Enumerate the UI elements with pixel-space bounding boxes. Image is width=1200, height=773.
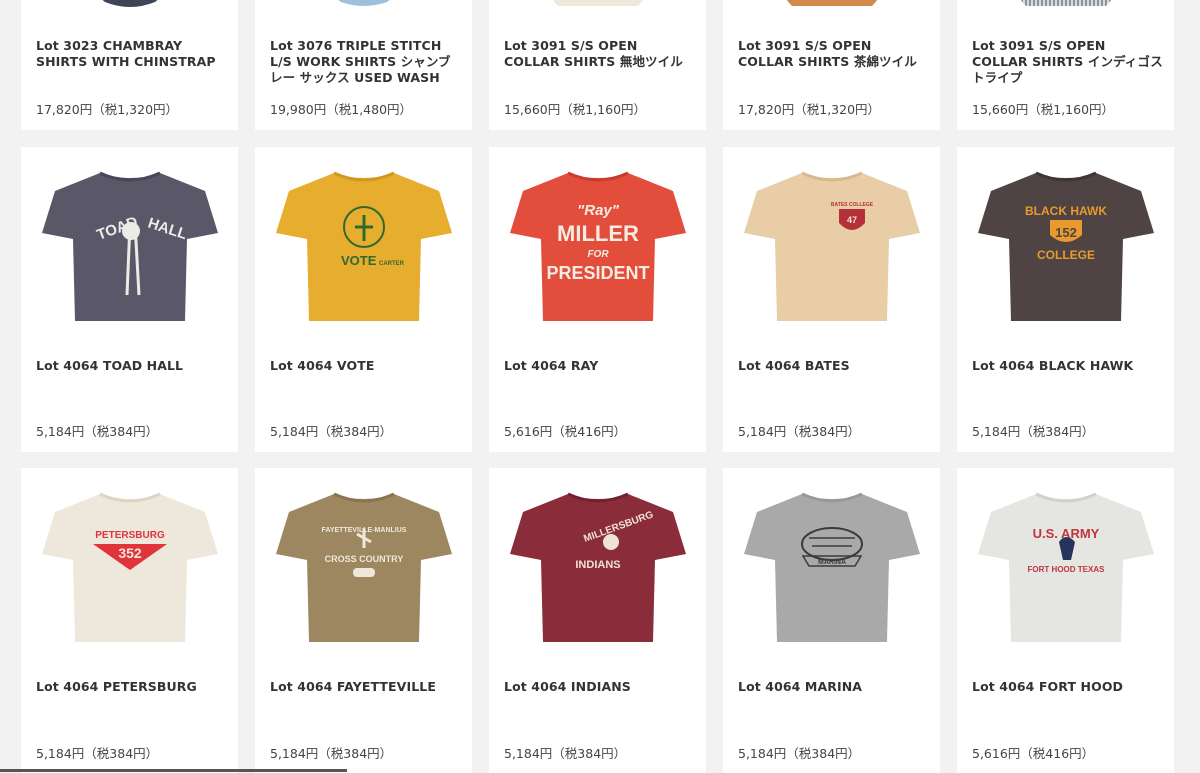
product-card[interactable]: Lot 3091 S/S OPEN COLLAR SHIRTS 茶綿ツイル 17… [723, 0, 940, 130]
product-title[interactable]: Lot 4064 FORT HOOD [972, 679, 1164, 695]
graphic-text: FAYETTEVILLE-MANLIUS [321, 527, 406, 534]
product-title[interactable]: Lot 4064 MARINA [738, 679, 930, 695]
product-image[interactable]: "Ray" MILLER FOR PRESIDENT [489, 162, 706, 337]
product-card[interactable]: VOTE CARTER Lot 4064 VOTE 5,184円（税384円） [255, 147, 472, 452]
graphic-text: MILLER [557, 221, 639, 246]
product-card[interactable]: Lot 3091 S/S OPEN COLLAR SHIRTS インディゴストラ… [957, 0, 1174, 130]
product-price: 5,184円（税384円） [738, 424, 861, 439]
graphic-text: "Ray" [577, 202, 620, 219]
product-title[interactable]: Lot 4064 BATES [738, 358, 930, 374]
product-price: 5,184円（税384円） [36, 424, 159, 439]
product-card[interactable]: "Ray" MILLER FOR PRESIDENT Lot 4064 RAY … [489, 147, 706, 452]
product-card[interactable]: FAYETTEVILLE-MANLIUS CROSS COUNTRY Lot 4… [255, 468, 472, 773]
product-price: 5,184円（税384円） [270, 746, 393, 761]
product-title[interactable]: Lot 3076 TRIPLE STITCH L/S WORK SHIRTS シ… [270, 38, 462, 86]
product-card[interactable]: BATES COLLEGE 47 Lot 4064 BATES 5,184円（税… [723, 147, 940, 452]
product-image[interactable]: BLACK HAWK 152 COLLEGE [957, 162, 1174, 337]
product-price: 5,184円（税384円） [738, 746, 861, 761]
product-image[interactable]: FAYETTEVILLE-MANLIUS CROSS COUNTRY [255, 483, 472, 658]
product-title[interactable]: Lot 4064 RAY [504, 358, 696, 374]
graphic-text: BLACK HAWK [1025, 204, 1107, 218]
product-card[interactable]: U.S. ARMY FORT HOOD TEXAS Lot 4064 FORT … [957, 468, 1174, 773]
graphic-text: BATES COLLEGE [830, 202, 873, 208]
product-price: 5,184円（税384円） [972, 424, 1095, 439]
product-image[interactable]: PETERSBURG 352 [21, 483, 238, 658]
product-title[interactable]: Lot 4064 BLACK HAWK [972, 358, 1164, 374]
graphic-text: MARINA [818, 559, 846, 566]
product-image[interactable] [957, 0, 1174, 15]
graphic-text: FORT HOOD TEXAS [1027, 565, 1105, 574]
product-price: 19,980円（税1,480円） [270, 102, 413, 117]
graphic-text: INDIANS [575, 559, 620, 571]
graphic-text: CARTER [379, 261, 405, 267]
graphic-text: PETERSBURG [95, 530, 165, 541]
product-price: 15,660円（税1,160円） [972, 102, 1115, 117]
product-image[interactable] [21, 0, 238, 15]
product-price: 5,184円（税384円） [504, 746, 627, 761]
product-price: 15,660円（税1,160円） [504, 102, 647, 117]
product-price: 17,820円（税1,320円） [36, 102, 179, 117]
product-title[interactable]: Lot 3023 CHAMBRAY SHIRTS WITH CHINSTRAP [36, 38, 228, 70]
graphic-text: 47 [846, 215, 856, 225]
product-price: 17,820円（税1,320円） [738, 102, 881, 117]
product-card[interactable]: Lot 3023 CHAMBRAY SHIRTS WITH CHINSTRAP … [21, 0, 238, 130]
product-title[interactable]: Lot 4064 TOAD HALL [36, 358, 228, 374]
graphic-text: FOR [587, 249, 609, 260]
product-title[interactable]: Lot 4064 PETERSBURG [36, 679, 228, 695]
product-image[interactable] [723, 0, 940, 15]
product-title[interactable]: Lot 3091 S/S OPEN COLLAR SHIRTS 茶綿ツイル [738, 38, 930, 70]
graphic-text: CROSS COUNTRY [324, 554, 403, 564]
graphic-text: 152 [1055, 225, 1077, 240]
product-title[interactable]: Lot 4064 VOTE [270, 358, 462, 374]
product-price: 5,184円（税384円） [270, 424, 393, 439]
product-image[interactable]: U.S. ARMY FORT HOOD TEXAS [957, 483, 1174, 658]
product-image[interactable]: BATES COLLEGE 47 [723, 162, 940, 337]
product-image[interactable]: VOTE CARTER [255, 162, 472, 337]
product-card[interactable]: MILLERSBURG INDIANS Lot 4064 INDIANS 5,1… [489, 468, 706, 773]
product-price: 5,616円（税416円） [504, 424, 627, 439]
product-card[interactable]: MARINA Lot 4064 MARINA 5,184円（税384円） [723, 468, 940, 773]
product-title[interactable]: Lot 4064 FAYETTEVILLE [270, 679, 462, 695]
graphic-text: 352 [118, 545, 142, 561]
product-card[interactable]: Lot 3091 S/S OPEN COLLAR SHIRTS 無地ツイル 15… [489, 0, 706, 130]
product-title[interactable]: Lot 3091 S/S OPEN COLLAR SHIRTS インディゴストラ… [972, 38, 1164, 86]
graphic-text: COLLEGE [1036, 248, 1094, 262]
product-price: 5,184円（税384円） [36, 746, 159, 761]
product-card[interactable]: BLACK HAWK 152 COLLEGE Lot 4064 BLACK HA… [957, 147, 1174, 452]
product-card[interactable]: Lot 3076 TRIPLE STITCH L/S WORK SHIRTS シ… [255, 0, 472, 130]
product-image[interactable]: TOAD HALL [21, 162, 238, 337]
product-price: 5,616円（税416円） [972, 746, 1095, 761]
product-title[interactable]: Lot 3091 S/S OPEN COLLAR SHIRTS 無地ツイル [504, 38, 696, 70]
product-image[interactable]: MILLERSBURG INDIANS [489, 483, 706, 658]
product-card[interactable]: PETERSBURG 352 Lot 4064 PETERSBURG 5,184… [21, 468, 238, 773]
product-grid: Lot 3023 CHAMBRAY SHIRTS WITH CHINSTRAP … [0, 0, 1200, 773]
product-image[interactable] [489, 0, 706, 15]
product-title[interactable]: Lot 4064 INDIANS [504, 679, 696, 695]
product-card[interactable]: TOAD HALL Lot 4064 TOAD HALL 5,184円（税384… [21, 147, 238, 452]
graphic-text: PRESIDENT [546, 263, 649, 283]
graphic-text: VOTE [341, 253, 377, 268]
product-image[interactable]: MARINA [723, 483, 940, 658]
product-image[interactable] [255, 0, 472, 15]
